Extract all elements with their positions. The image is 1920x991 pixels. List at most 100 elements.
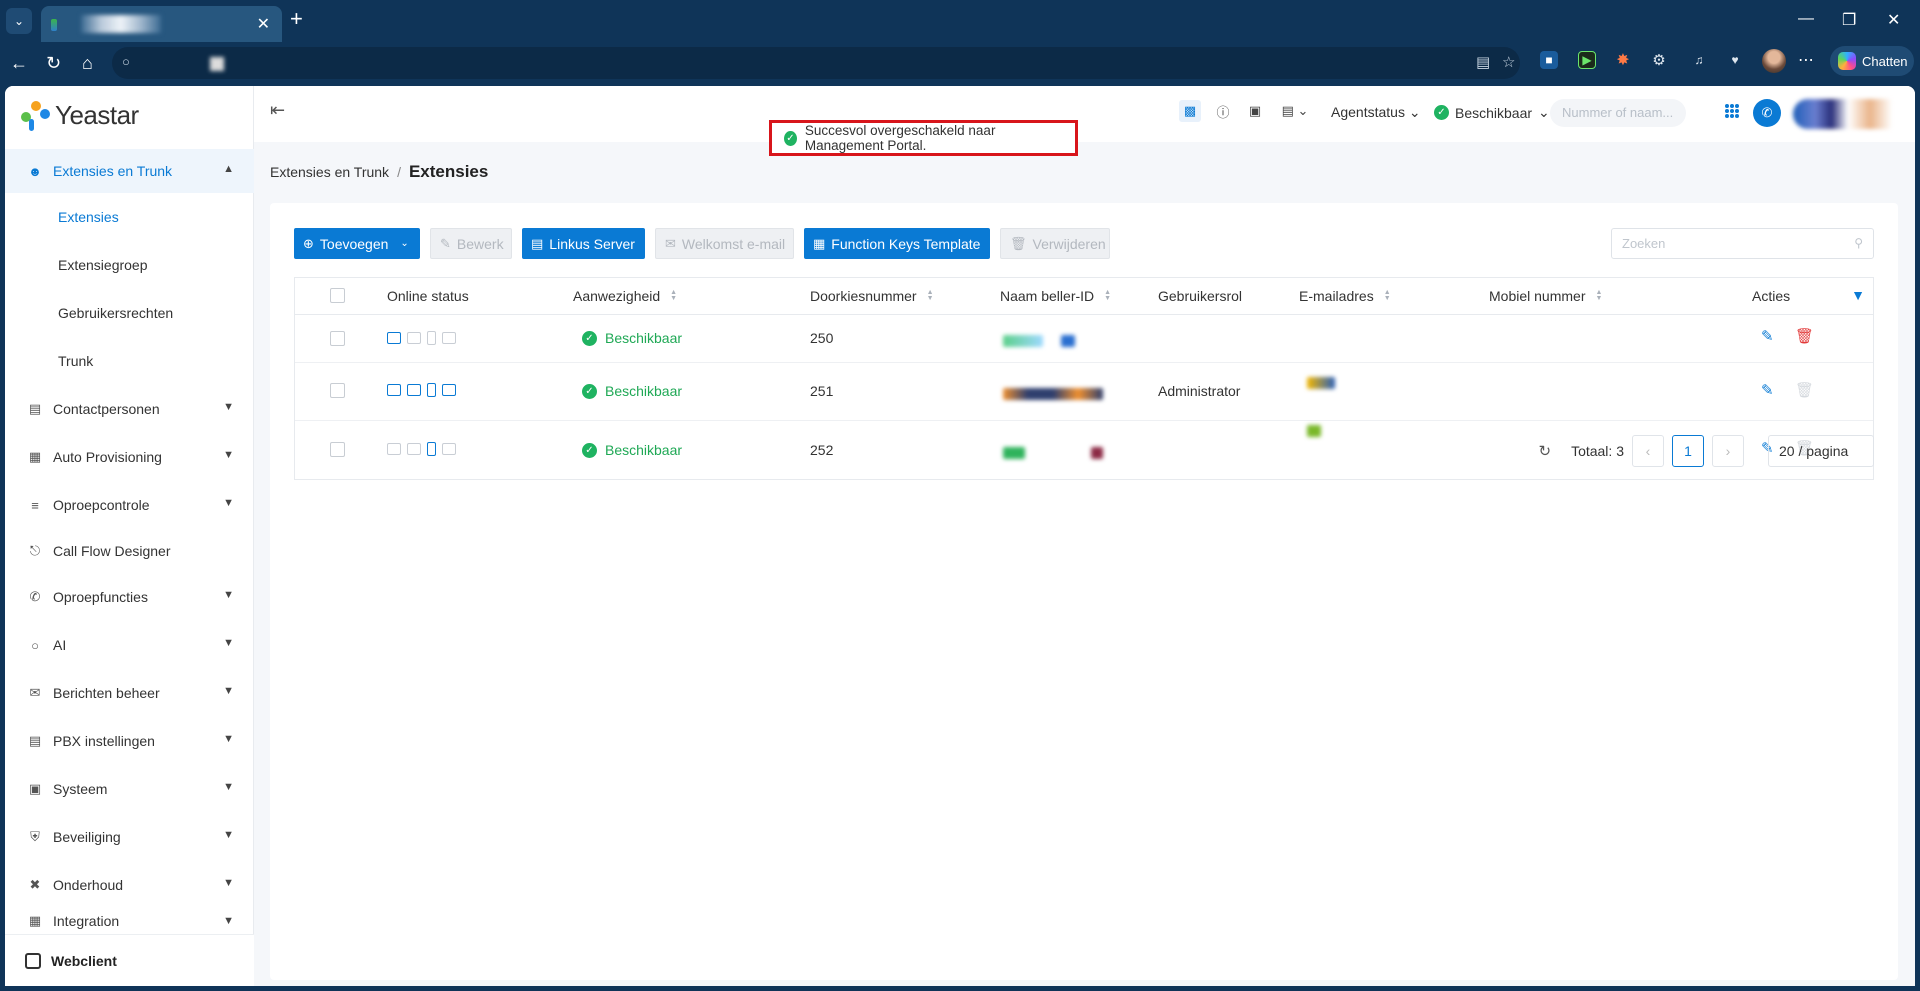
refresh-icon[interactable]: ↻ — [1538, 442, 1551, 460]
layout-switch-icon[interactable]: ▤ ⌄ — [1278, 100, 1312, 122]
sort-icon: ▲ ▼ — [670, 289, 678, 302]
table-row[interactable]: ✓ Beschikbaar 250 ✎ 🗑 — [295, 315, 1873, 363]
tab-close-icon[interactable]: ✕ — [257, 14, 270, 34]
welcome-email-button[interactable]: ✉ Welkomst e-mail — [655, 228, 794, 259]
page-size-select[interactable]: 20 / pagina — [1768, 435, 1874, 467]
qr-code-icon[interactable]: ▩ — [1179, 100, 1201, 122]
back-icon[interactable]: ← — [10, 53, 28, 74]
next-page-button[interactable]: › — [1712, 435, 1744, 467]
sidebar-item-extensiegroep[interactable]: Extensiegroep — [5, 241, 254, 289]
menu-contactpersonen[interactable]: ▤ Contactpersonen ▼ — [5, 387, 254, 431]
contacts-icon: ▤ — [28, 401, 42, 416]
collapse-sidebar-icon[interactable]: ⇤ — [270, 100, 285, 121]
menu-beveiliging[interactable]: ⛨ Beveiliging ▼ — [5, 815, 254, 859]
message-icon: ✉ — [29, 685, 41, 700]
webclient-label: Webclient — [51, 952, 117, 969]
menu-label: Integration — [53, 913, 120, 929]
col-caller-id[interactable]: Naam beller-ID ▲ ▼ — [1000, 288, 1111, 304]
dialpad-icon[interactable] — [1725, 104, 1739, 118]
menu-systeem[interactable]: ▣ Systeem ▼ — [5, 767, 254, 811]
col-online-status: Online status — [387, 288, 469, 304]
row-checkbox[interactable] — [330, 383, 345, 398]
webclient-link[interactable]: Webclient — [5, 934, 254, 986]
address-bar[interactable]: ○ ▤ ☆ — [112, 47, 1520, 79]
caller-id-redacted — [1003, 447, 1025, 459]
presence-dropdown[interactable]: ✓ Beschikbaar ⌄ — [1434, 104, 1550, 121]
feature-code-icon[interactable]: ▣ — [1244, 100, 1266, 122]
menu-oproepcontrole[interactable]: ≡ Oproepcontrole ▼ — [5, 483, 254, 527]
more-icon[interactable]: ⋯ — [1797, 51, 1815, 69]
menu-berichten-beheer[interactable]: ✉ Berichten beheer ▼ — [5, 671, 254, 715]
menu-onderhoud[interactable]: ✖ Onderhoud ▼ — [5, 863, 254, 907]
new-tab-button[interactable]: + — [290, 8, 303, 30]
edit-button[interactable]: ✎ Bewerk — [430, 228, 512, 259]
page-1-button[interactable]: 1 — [1672, 435, 1704, 467]
prev-page-button[interactable]: ‹ — [1632, 435, 1664, 467]
maximize-icon[interactable]: ❐ — [1842, 10, 1856, 30]
edit-icon[interactable]: ✎ — [1761, 381, 1774, 399]
add-label: Toevoegen — [319, 235, 389, 252]
dial-input[interactable]: Nummer of naam... — [1550, 99, 1686, 127]
reload-icon[interactable]: ↻ — [46, 53, 61, 74]
menu-oproepfuncties[interactable]: ✆ Oproepfuncties ▼ — [5, 575, 254, 619]
reader-icon[interactable]: ▤ — [1476, 53, 1490, 71]
tab-favicon — [51, 19, 57, 31]
browser-profile-avatar[interactable] — [1762, 49, 1786, 73]
content-card: ⊕ Toevoegen ⌄ ✎ Bewerk ▤ Linkus Server ✉… — [270, 203, 1898, 980]
extension-play-icon[interactable]: ▶ — [1578, 51, 1596, 69]
select-all-checkbox[interactable] — [330, 288, 345, 303]
function-keys-template-button[interactable]: ▦ Function Keys Template — [804, 228, 990, 259]
col-presence[interactable]: Aanwezigheid ▲ ▼ — [573, 288, 677, 304]
agent-status-dropdown[interactable]: Agentstatus ⌄ — [1331, 104, 1421, 121]
extension-burst-icon[interactable]: ✸ — [1614, 51, 1632, 69]
search-input[interactable]: Zoeken ⚲ — [1611, 228, 1874, 259]
user-profile-redacted[interactable] — [1793, 99, 1903, 129]
menu-pbx-instellingen[interactable]: ▤ PBX instellingen ▼ — [5, 719, 254, 763]
browser-tab[interactable]: ✕ — [41, 6, 282, 42]
delete-icon[interactable]: 🗑 — [1795, 327, 1814, 345]
call-button[interactable]: ✆ — [1753, 99, 1781, 127]
number-cell: 251 — [810, 383, 834, 399]
edit-icon[interactable]: ✎ — [1761, 327, 1774, 345]
row-checkbox[interactable] — [330, 442, 345, 457]
tab-list-icon[interactable]: ⌄ — [6, 8, 32, 34]
available-icon: ✓ — [1434, 105, 1449, 120]
star-icon[interactable]: ☆ — [1502, 53, 1515, 71]
add-button[interactable]: ⊕ Toevoegen ⌄ — [294, 228, 420, 259]
sidebar-item-gebruikersrechten[interactable]: Gebruikersrechten — [5, 289, 254, 337]
extension-shield-icon[interactable]: ■ — [1540, 51, 1558, 69]
chevron-down-icon: ▼ — [223, 685, 234, 697]
col-mobile[interactable]: Mobiel nummer ▲ ▼ — [1489, 288, 1602, 304]
copilot-chat-button[interactable]: Chatten — [1830, 46, 1914, 76]
delete-button[interactable]: 🗑 Verwijderen — [1000, 228, 1110, 259]
breadcrumb-parent[interactable]: Extensies en Trunk — [270, 164, 389, 180]
linkus-server-button[interactable]: ▤ Linkus Server — [522, 228, 645, 259]
sidebar-item-trunk[interactable]: Trunk — [5, 337, 254, 385]
menu-extensions-trunk[interactable]: ☻ Extensies en Trunk ▲ — [5, 149, 254, 193]
home-icon[interactable]: ⌂ — [82, 53, 93, 74]
col-label: Naam beller-ID — [1000, 288, 1095, 304]
extension-music-icon[interactable]: ♫ — [1690, 51, 1708, 69]
extension-health-icon[interactable]: ♥ — [1726, 51, 1744, 69]
menu-call-flow-designer[interactable]: ⎋ Call Flow Designer — [5, 529, 254, 573]
tools-icon: ✖ — [29, 877, 41, 892]
sidebar-item-extensies[interactable]: Extensies — [5, 193, 254, 241]
extension-puzzle-icon[interactable]: ⚙ — [1650, 51, 1668, 69]
yeastar-logo[interactable]: Yeastar — [21, 100, 139, 131]
webclient-icon — [25, 952, 41, 969]
number-cell: 250 — [810, 330, 834, 346]
menu-integration[interactable]: ▦ Integration ▼ — [5, 911, 254, 931]
menu-auto-provisioning[interactable]: ▦ Auto Provisioning ▼ — [5, 435, 254, 479]
table-row[interactable]: ✓ Beschikbaar 251 Administrator ✎ 🗑 — [295, 363, 1873, 421]
row-checkbox[interactable] — [330, 331, 345, 346]
close-icon[interactable]: ✕ — [1887, 10, 1900, 30]
filter-icon[interactable]: ▼ — [1851, 287, 1865, 303]
col-label: Acties — [1752, 288, 1791, 304]
template-icon: ▦ — [813, 235, 826, 251]
minimize-icon[interactable]: — — [1798, 10, 1814, 28]
help-icon[interactable]: ⓘ — [1212, 100, 1234, 122]
provisioning-icon: ▦ — [28, 449, 42, 464]
menu-ai[interactable]: ○ AI ▼ — [5, 623, 254, 667]
col-email[interactable]: E-mailadres ▲ ▼ — [1299, 288, 1391, 304]
col-number[interactable]: Doorkiesnummer ▲ ▼ — [810, 288, 934, 304]
